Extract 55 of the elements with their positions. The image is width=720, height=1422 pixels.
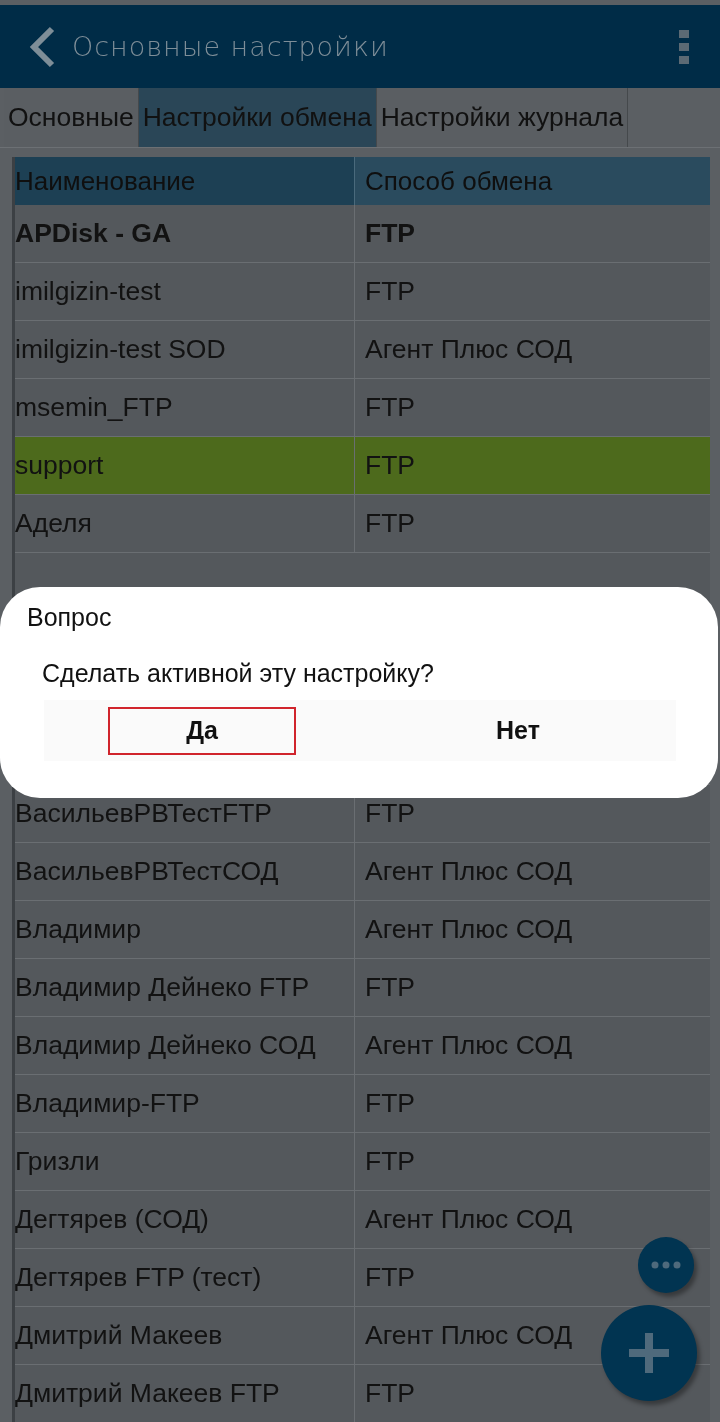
table-cell: ВасильевРВТестСОД (15, 843, 355, 900)
dialog-title: Вопрос (27, 603, 112, 632)
table-cell: Дегтярев FTP (тест) (15, 1249, 355, 1306)
table-cell-text: FTP (364, 507, 416, 540)
table-row[interactable]: Владимир Дейнеко СОД Агент Плюс СОД (15, 1017, 710, 1075)
table-cell: support (15, 437, 355, 494)
table-cell: Дмитрий Макеев FTP (15, 1365, 355, 1422)
table-row[interactable]: Владимир-FTP FTP (15, 1075, 710, 1133)
table-cell-text: FTP (364, 1377, 416, 1410)
app-bar-title: Основные настройки (72, 31, 390, 62)
table-cell: Владимир-FTP (15, 1075, 355, 1132)
table-cell-text: FTP (364, 217, 416, 250)
more-menu-icon[interactable] (678, 29, 690, 64)
more-dots-icon (651, 1261, 681, 1269)
table-cell: imilgizin-test SOD (15, 321, 355, 378)
table-row[interactable]: Аделя FTP (15, 495, 710, 553)
table-cell: Гризли (15, 1133, 355, 1190)
table-row[interactable]: ВасильевРВТестСОД Агент Плюс СОД (15, 843, 710, 901)
dialog-button[interactable]: Нет (424, 706, 612, 755)
table-cell-text: FTP (364, 391, 416, 424)
table-cell: Аделя (15, 495, 355, 552)
dialog-button[interactable]: Да (108, 706, 296, 755)
table-cell: msemin_FTP (15, 379, 355, 436)
plus-icon (629, 1333, 669, 1373)
table-row[interactable]: Владимир Дейнеко FTP FTP (15, 959, 710, 1017)
column-header: Наименование (15, 157, 355, 205)
table-cell-text: FTP (364, 275, 416, 308)
table-cell: Владимир Дейнеко СОД (15, 1017, 355, 1074)
table-cell-text: FTP (364, 449, 416, 482)
table-cell-text: FTP (364, 797, 416, 830)
table-cell: APDisk - GA (15, 205, 355, 262)
table-row[interactable]: APDisk - GA FTP (15, 205, 710, 263)
table-cell-text: Агент Плюс СОД (364, 333, 573, 366)
table-row[interactable]: support FTP (15, 437, 710, 495)
table-row[interactable]: Владимир Агент Плюс СОД (15, 901, 710, 959)
table-cell-text: Агент Плюс СОД (364, 1319, 573, 1352)
table-cell: Владимир Дейнеко FTP (15, 959, 355, 1016)
table-cell-text: FTP (364, 971, 416, 1004)
table-cell: Дегтярев (СОД) (15, 1191, 355, 1248)
table-cell-text: Агент Плюс СОД (364, 913, 573, 946)
table-cell-text: Агент Плюс СОД (364, 855, 573, 888)
table-row[interactable]: imilgizin-test SOD Агент Плюс СОД (15, 321, 710, 379)
table-cell: Дмитрий Макеев (15, 1307, 355, 1364)
dialog-message: Сделать активной эту настройку? (42, 659, 434, 688)
tab[interactable]: Настройки обмена (138, 88, 377, 147)
column-header: Способ обмена (355, 157, 710, 205)
table-cell: Владимир (15, 901, 355, 958)
table-row[interactable]: Гризли FTP (15, 1133, 710, 1191)
table-cell-text: Агент Плюс СОД (364, 1203, 573, 1236)
table-cell: imilgizin-test (15, 263, 355, 320)
table-cell-text: FTP (364, 1145, 416, 1178)
table-cell-text: FTP (364, 1087, 416, 1120)
table-row[interactable]: imilgizin-test FTP (15, 263, 710, 321)
table-cell-text: Агент Плюс СОД (364, 1029, 573, 1062)
table-cell-text: FTP (364, 1261, 416, 1294)
